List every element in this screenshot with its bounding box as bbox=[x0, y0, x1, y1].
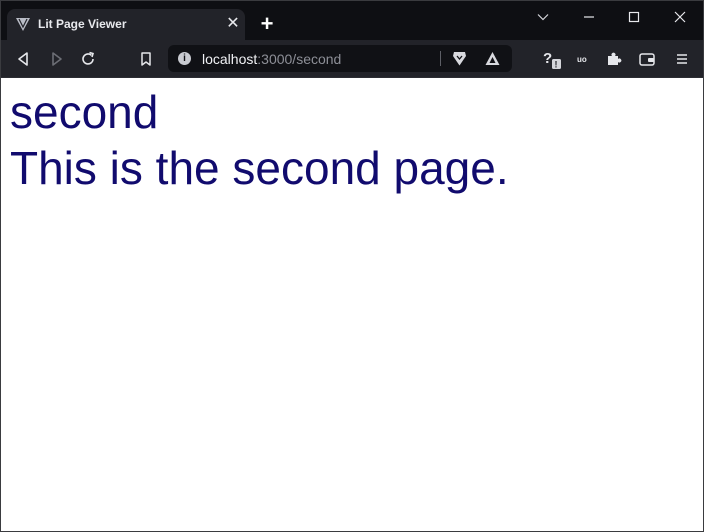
chevron-down-icon bbox=[537, 14, 549, 21]
forward-arrow-icon bbox=[52, 52, 62, 66]
maximize-button[interactable] bbox=[612, 5, 656, 29]
close-icon bbox=[674, 11, 686, 23]
site-info-icon[interactable]: i bbox=[178, 52, 191, 65]
url-host: localhost bbox=[202, 51, 258, 67]
minimize-icon bbox=[584, 16, 594, 18]
reload-icon bbox=[82, 51, 94, 65]
brave-rewards-icon[interactable] bbox=[484, 50, 501, 67]
page-body-text: This is the second page. bbox=[10, 142, 509, 194]
bookmark-icon bbox=[141, 52, 151, 66]
menu-button[interactable] bbox=[672, 49, 692, 69]
page-content: second This is the second page. bbox=[1, 78, 703, 531]
svg-text:uo: uo bbox=[577, 55, 587, 64]
puzzle-piece-icon bbox=[608, 52, 622, 65]
url-text[interactable]: localhost:3000/second bbox=[202, 51, 341, 67]
reload-button[interactable] bbox=[78, 49, 98, 69]
question-puzzle-icon: ? ! bbox=[543, 50, 561, 70]
unknown-extension-button[interactable]: ? ! bbox=[542, 49, 562, 70]
tab-search-button[interactable] bbox=[521, 5, 565, 29]
browser-toolbar: i localhost:3000/second ? ! uo bbox=[1, 40, 703, 78]
brave-shields-icon[interactable] bbox=[451, 50, 468, 67]
back-button[interactable] bbox=[14, 49, 34, 69]
tab-close-icon[interactable]: ✕ bbox=[225, 16, 241, 32]
new-tab-button[interactable]: + bbox=[256, 13, 278, 35]
address-separator bbox=[440, 51, 441, 66]
close-window-button[interactable] bbox=[658, 5, 702, 29]
page-heading: second bbox=[10, 86, 159, 138]
back-arrow-icon bbox=[18, 52, 28, 66]
tab-title: Lit Page Viewer bbox=[38, 17, 127, 31]
tab-strip: Lit Page Viewer ✕ + bbox=[1, 1, 703, 40]
tab-active[interactable]: Lit Page Viewer ✕ bbox=[7, 9, 245, 40]
svg-text:!: ! bbox=[555, 60, 558, 70]
address-bar[interactable]: i localhost:3000/second bbox=[168, 45, 512, 72]
extensions-button[interactable] bbox=[604, 49, 624, 69]
ublock-extension-button[interactable]: uo bbox=[573, 49, 593, 69]
hamburger-menu-icon bbox=[677, 54, 687, 64]
vite-favicon-icon bbox=[15, 16, 31, 32]
wallet-button[interactable] bbox=[637, 49, 657, 69]
svg-text:?: ? bbox=[543, 50, 552, 67]
ublock-icon: uo bbox=[577, 55, 587, 64]
maximize-icon bbox=[628, 11, 640, 23]
browser-window: Lit Page Viewer ✕ + i localhost:3000/sec… bbox=[0, 0, 704, 532]
wallet-icon bbox=[639, 53, 655, 66]
forward-button[interactable] bbox=[46, 49, 66, 69]
minimize-button[interactable] bbox=[567, 5, 611, 29]
url-path: :3000/second bbox=[257, 51, 342, 67]
bookmark-button[interactable] bbox=[136, 49, 156, 69]
